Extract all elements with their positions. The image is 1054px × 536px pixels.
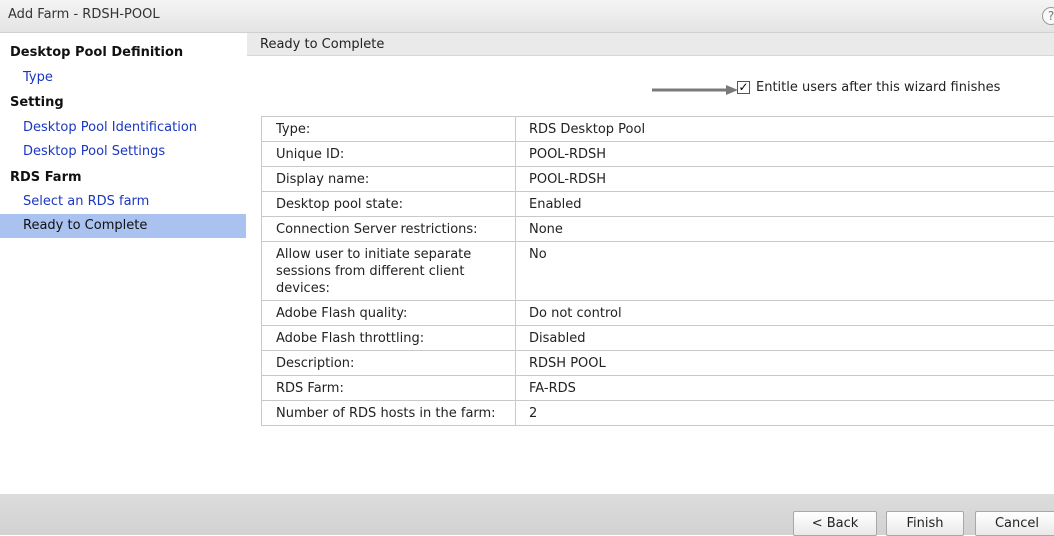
summary-value: POOL-RDSH xyxy=(516,167,1054,192)
summary-key: Display name: xyxy=(262,167,516,192)
pointer-arrow-icon xyxy=(652,85,738,95)
finish-button[interactable]: Finish xyxy=(886,511,964,536)
summary-value: Disabled xyxy=(516,326,1054,351)
summary-key: Allow user to initiate separate sessions… xyxy=(262,242,516,301)
page-title: Ready to Complete xyxy=(260,37,384,52)
summary-row: Display name:POOL-RDSH xyxy=(262,167,1054,192)
summary-key: Desktop pool state: xyxy=(262,192,516,217)
nav-item-select-rds-farm[interactable]: Select an RDS farm xyxy=(0,190,246,214)
nav-heading-setting: Setting xyxy=(10,95,64,110)
summary-key: Unique ID: xyxy=(262,142,516,167)
summary-row: Description:RDSH POOL xyxy=(262,351,1054,376)
summary-key: Adobe Flash throttling: xyxy=(262,326,516,351)
nav-item-desktop-pool-identification[interactable]: Desktop Pool Identification xyxy=(0,116,246,140)
nav-heading-desktop-pool-definition: Desktop Pool Definition xyxy=(10,45,183,60)
wizard-footer: < Back Finish Cancel xyxy=(0,494,1054,535)
summary-value: RDSH POOL xyxy=(516,351,1054,376)
summary-row: Type:RDS Desktop Pool xyxy=(262,117,1054,142)
summary-key: Type: xyxy=(262,117,516,142)
summary-row: Desktop pool state:Enabled xyxy=(262,192,1054,217)
summary-value: Do not control xyxy=(516,301,1054,326)
summary-key: Number of RDS hosts in the farm: xyxy=(262,401,516,426)
wizard-sidebar: Desktop Pool Definition Type Setting Des… xyxy=(0,33,246,494)
summary-value: None xyxy=(516,217,1054,242)
summary-value: POOL-RDSH xyxy=(516,142,1054,167)
nav-item-type[interactable]: Type xyxy=(0,66,246,90)
summary-row: Number of RDS hosts in the farm:2 xyxy=(262,401,1054,426)
summary-key: Adobe Flash quality: xyxy=(262,301,516,326)
help-icon[interactable]: ? xyxy=(1042,7,1054,25)
summary-value: Enabled xyxy=(516,192,1054,217)
back-button[interactable]: < Back xyxy=(793,511,877,536)
content-header: Ready to Complete xyxy=(247,33,1054,56)
summary-row: Allow user to initiate separate sessions… xyxy=(262,242,1054,301)
nav-item-ready-to-complete[interactable]: Ready to Complete xyxy=(0,214,246,238)
summary-row: RDS Farm:FA-RDS xyxy=(262,376,1054,401)
title-bar: Add Farm - RDSH-POOL ? xyxy=(0,0,1054,33)
summary-key: RDS Farm: xyxy=(262,376,516,401)
summary-row: Connection Server restrictions:None xyxy=(262,217,1054,242)
cancel-button[interactable]: Cancel xyxy=(975,511,1054,536)
summary-row: Unique ID:POOL-RDSH xyxy=(262,142,1054,167)
summary-value: 2 xyxy=(516,401,1054,426)
nav-item-desktop-pool-settings[interactable]: Desktop Pool Settings xyxy=(0,140,246,164)
summary-row: Adobe Flash quality:Do not control xyxy=(262,301,1054,326)
entitle-users-checkbox[interactable]: ✓ xyxy=(737,81,750,94)
entitle-users-option[interactable]: ✓ Entitle users after this wizard finish… xyxy=(737,80,1000,95)
summary-value: RDS Desktop Pool xyxy=(516,117,1054,142)
summary-key: Description: xyxy=(262,351,516,376)
summary-key: Connection Server restrictions: xyxy=(262,217,516,242)
summary-value: No xyxy=(516,242,1054,301)
summary-value: FA-RDS xyxy=(516,376,1054,401)
window-title: Add Farm - RDSH-POOL xyxy=(8,7,160,22)
nav-heading-rds-farm: RDS Farm xyxy=(10,170,82,185)
entitle-users-label: Entitle users after this wizard finishes xyxy=(756,80,1000,95)
summary-row: Adobe Flash throttling:Disabled xyxy=(262,326,1054,351)
summary-table: Type:RDS Desktop PoolUnique ID:POOL-RDSH… xyxy=(261,116,1054,426)
